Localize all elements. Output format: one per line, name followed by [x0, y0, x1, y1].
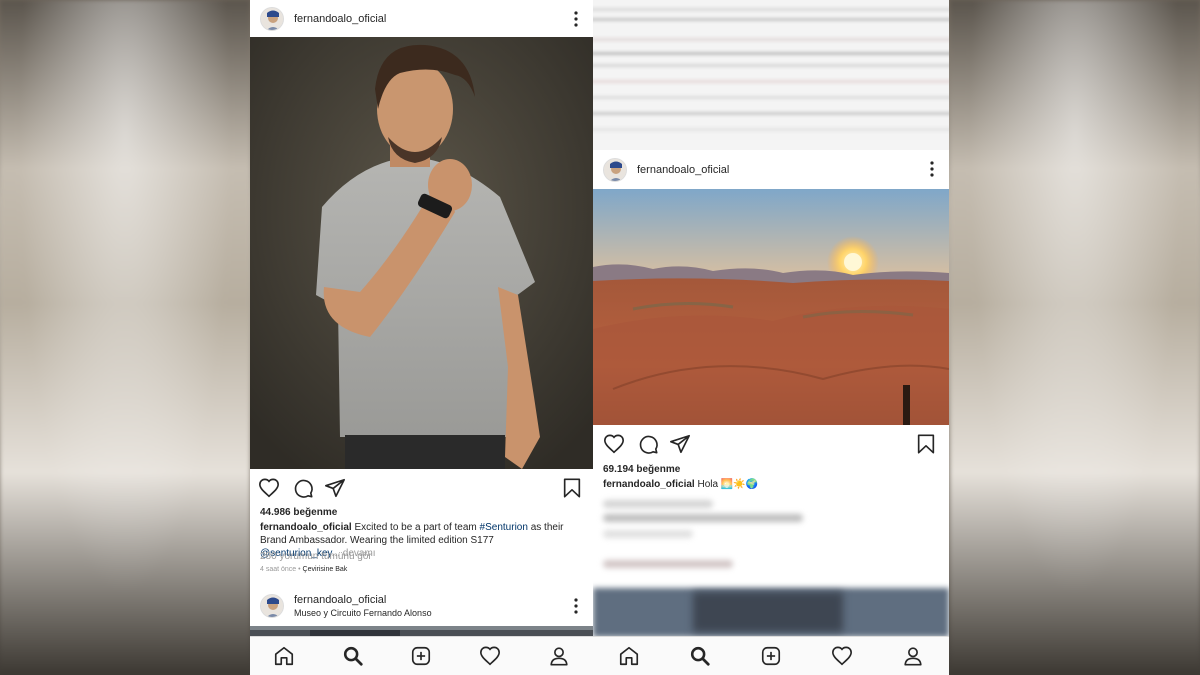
more-options-icon[interactable] — [573, 597, 579, 615]
new-post-icon[interactable] — [410, 645, 432, 667]
save-bookmark-icon[interactable] — [561, 477, 583, 499]
new-post-icon[interactable] — [760, 645, 782, 667]
post-timestamp: 4 saat önce — [260, 566, 297, 573]
next-post-header: fernandoalo_oficial Museo y Circuito Fer… — [250, 586, 593, 626]
avatar[interactable] — [603, 157, 627, 182]
likes-count[interactable]: 69.194 beğenme — [603, 464, 680, 475]
save-bookmark-icon[interactable] — [915, 433, 937, 455]
activity-heart-icon[interactable] — [831, 645, 853, 667]
like-heart-icon[interactable] — [258, 477, 280, 499]
avatar[interactable] — [260, 7, 284, 31]
see-translation-link[interactable]: Çevirisine Bak — [303, 566, 348, 573]
share-paper-plane-icon[interactable] — [324, 477, 346, 499]
comment-bubble-icon[interactable] — [292, 477, 314, 499]
profile-icon[interactable] — [548, 645, 570, 667]
activity-heart-icon[interactable] — [479, 645, 501, 667]
caption-username[interactable]: fernandoalo_oficial — [603, 479, 695, 490]
post-action-bar — [593, 429, 949, 459]
post-header: fernandoalo_oficial — [593, 150, 949, 189]
avatar[interactable] — [260, 594, 284, 618]
caption-username[interactable]: fernandoalo_oficial — [260, 522, 352, 533]
post-username[interactable]: fernandoalo_oficial — [294, 13, 386, 25]
bottom-navigation-bar — [593, 636, 949, 675]
home-icon[interactable] — [618, 645, 640, 667]
blurred-previous-content — [593, 0, 949, 150]
caption-text: Excited to be a part of team — [351, 522, 480, 533]
next-post-header-text: fernandoalo_oficial Museo y Circuito Fer… — [294, 594, 432, 618]
profile-icon[interactable] — [902, 645, 924, 667]
post-action-bar — [250, 473, 593, 503]
caption-hashtag[interactable]: #Senturion — [480, 522, 528, 533]
blurred-comments-area — [593, 492, 949, 637]
more-options-icon[interactable] — [573, 10, 579, 28]
phone-screenshot-right: fernandoalo_oficial 69.194 beğenme ferna… — [593, 0, 949, 675]
search-icon[interactable] — [342, 645, 364, 667]
post-photo-desert-sunset[interactable] — [593, 189, 949, 425]
post-caption: fernandoalo_oficial Hola 🌅☀️🌍 — [603, 478, 931, 491]
caption-text: Hola — [694, 479, 721, 490]
bottom-navigation-bar — [250, 636, 593, 675]
post-username[interactable]: fernandoalo_oficial — [637, 164, 729, 176]
home-icon[interactable] — [273, 645, 295, 667]
view-all-comments-link[interactable]: 280 yorumun tümünü gör — [260, 551, 372, 562]
like-heart-icon[interactable] — [603, 433, 625, 455]
phone-screenshot-left: fernandoalo_oficial 44.986 beğenme ferna… — [250, 0, 593, 675]
caption-emoji: 🌅☀️🌍 — [720, 479, 759, 490]
post-header: fernandoalo_oficial — [250, 0, 593, 38]
blurred-background-right — [950, 0, 1200, 675]
share-paper-plane-icon[interactable] — [669, 433, 691, 455]
post-location[interactable]: Museo y Circuito Fernando Alonso — [294, 608, 432, 618]
post-username[interactable]: fernandoalo_oficial — [294, 594, 432, 606]
comment-bubble-icon[interactable] — [637, 433, 659, 455]
post-photo-portrait[interactable] — [250, 37, 593, 469]
blurred-background-left — [0, 0, 250, 675]
post-timestamp-row: 4 saat önce • Çevirisine Bak — [260, 566, 347, 573]
more-options-icon[interactable] — [929, 160, 935, 178]
search-icon[interactable] — [689, 645, 711, 667]
likes-count[interactable]: 44.986 beğenme — [260, 507, 337, 518]
